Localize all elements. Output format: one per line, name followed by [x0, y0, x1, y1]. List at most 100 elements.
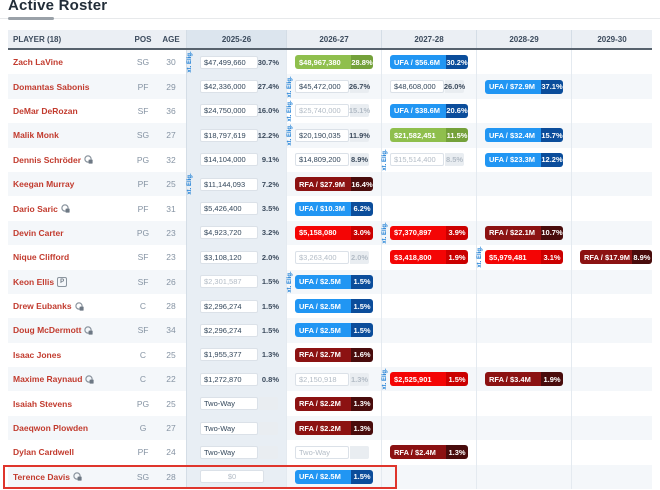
salary-cell-2028-29: [476, 391, 571, 415]
salary-cell-2025-26: xt. Elig.$11,144,0937.2%: [186, 172, 286, 196]
age-cell: 25: [156, 350, 186, 360]
player-link[interactable]: Isaiah Stevens: [13, 399, 72, 409]
player-cell: Keegan Murray: [8, 179, 130, 189]
salary-cell-2026-27: RFA / $2.7M1.6%: [286, 343, 381, 367]
pct-label: 1.5%: [262, 277, 279, 286]
player-cell: Nique Clifford: [8, 252, 130, 262]
fa-pill: RFA / $3.4M1.9%: [485, 372, 563, 386]
salary-cell-2025-26: $24,750,00016.0%: [186, 99, 286, 123]
salary-box: $25,740,000: [295, 104, 349, 117]
pill-value: UFA / $10.3M: [295, 202, 351, 216]
pct-label: 1.3%: [350, 373, 369, 386]
pos-cell: PG: [130, 228, 156, 238]
page-title: Active Roster: [8, 0, 660, 14]
age-cell: 34: [156, 325, 186, 335]
title-divider: [0, 18, 660, 19]
contract-tag-icon: [61, 204, 70, 213]
pill-value: $5,158,080: [295, 226, 351, 240]
pill-pct: 28.8%: [351, 55, 373, 69]
extension-eligible-tag: xt. Elig.: [382, 222, 390, 243]
col-header-2027-28[interactable]: 2027-28: [381, 30, 476, 48]
pill-value: $7,370,897: [390, 226, 446, 240]
player-link[interactable]: Dylan Cardwell: [13, 447, 74, 457]
player-link[interactable]: Drew Eubanks: [13, 301, 72, 311]
col-header-pos[interactable]: POS: [130, 35, 156, 44]
player-cell: Dennis Schröder: [8, 155, 130, 165]
col-header-2028-29[interactable]: 2028-29: [476, 30, 571, 48]
player-link[interactable]: Keon Ellis: [13, 277, 54, 287]
table-row: Doug McDermottSF34$2,296,2741.5%UFA / $2…: [8, 318, 652, 342]
fa-pill: $2,525,9011.5%: [390, 372, 468, 386]
salary-cell-2028-29: [476, 343, 571, 367]
salary-cell-2028-29: RFA / $22.1M10.7%: [476, 221, 571, 245]
fa-pill: RFA / $2.7M1.6%: [295, 348, 373, 362]
contract-tag-icon: [73, 472, 82, 481]
salary-cell-2027-28: $48,608,00026.0%: [381, 74, 476, 98]
extension-eligible-tag: xt. Elig.: [287, 100, 295, 121]
fa-pill: RFA / $2.2M1.3%: [295, 421, 373, 435]
col-header-2026-27[interactable]: 2026-27: [286, 30, 381, 48]
pill-value: RFA / $2.2M: [295, 421, 351, 435]
player-link[interactable]: Devin Carter: [13, 228, 64, 238]
pct-label: 11.9%: [350, 129, 369, 142]
player-cell: Malik Monk: [8, 130, 130, 140]
player-link[interactable]: Keegan Murray: [13, 179, 74, 189]
table-row: Dylan CardwellPF24Two-WayTwo-WayRFA / $2…: [8, 440, 652, 464]
player-link[interactable]: Nique Clifford: [13, 252, 69, 262]
salary-cell-2028-29: [476, 294, 571, 318]
pct-label: 30.7%: [258, 58, 279, 67]
salary-cell-2026-27: RFA / $2.2M1.3%: [286, 391, 381, 415]
fa-pill: $3,418,8001.9%: [390, 250, 468, 264]
salary-cell-2028-29: UFA / $72.9M37.1%: [476, 74, 571, 98]
pill-value: UFA / $23.3M: [485, 153, 541, 167]
col-header-2029-30[interactable]: 2029-30: [571, 30, 652, 48]
player-link[interactable]: Isaac Jones: [13, 350, 61, 360]
player-link[interactable]: Doug McDermott: [13, 325, 81, 335]
pill-pct: 1.5%: [351, 470, 373, 484]
contract-tag-icon: [75, 302, 84, 311]
player-cell: Maxime Raynaud: [8, 374, 130, 384]
salary-cell-2025-26: xt. Elig.$47,499,66030.7%: [186, 50, 286, 74]
player-link[interactable]: Domantas Sabonis: [13, 82, 90, 92]
fa-pill: $5,979,4813.1%: [485, 250, 563, 264]
pct-label: 7.2%: [262, 180, 279, 189]
player-link[interactable]: Dennis Schröder: [13, 155, 81, 165]
pct-label: 3.2%: [262, 228, 279, 237]
table-row: Dennis SchröderPG32$14,104,0009.1%$14,80…: [8, 148, 652, 172]
player-link[interactable]: DeMar DeRozan: [13, 106, 78, 116]
player-link[interactable]: Daeqwon Plowden: [13, 423, 88, 433]
salary-cell-2029-30: [571, 318, 652, 342]
two-way-box: Two-Way: [295, 446, 349, 459]
salary-cell-2027-28: $21,582,45111.5%: [381, 123, 476, 147]
player-link[interactable]: Terence Davis: [13, 472, 70, 482]
fa-pill: UFA / $56.6M30.2%: [390, 55, 468, 69]
salary-cell-2025-26: $2,296,2741.5%: [186, 294, 286, 318]
pill-value: RFA / $17.9M: [580, 250, 632, 264]
salary-cell-2025-26: $4,923,7203.2%: [186, 221, 286, 245]
player-link[interactable]: Maxime Raynaud: [13, 374, 82, 384]
pos-cell: PG: [130, 155, 156, 165]
salary-cell-2029-30: [571, 74, 652, 98]
pill-value: UFA / $2.5M: [295, 299, 351, 313]
fa-pill: $21,582,45111.5%: [390, 128, 468, 142]
salary-cell-2025-26: $42,336,00027.4%: [186, 74, 286, 98]
pos-cell: SF: [130, 277, 156, 287]
salary-cell-2029-30: [571, 270, 652, 294]
pct-label: 0.8%: [262, 375, 279, 384]
pos-cell: PF: [130, 179, 156, 189]
contract-tag-icon: [85, 375, 94, 384]
col-header-age[interactable]: AGE: [156, 35, 186, 44]
table-row: Dario SaricPF31$5,426,4003.5%UFA / $10.3…: [8, 196, 652, 220]
extension-eligible-tag: xt. Elig.: [382, 369, 390, 390]
player-link[interactable]: Zach LaVine: [13, 57, 63, 67]
salary-box: $14,809,200: [295, 153, 349, 166]
pill-value: UFA / $2.5M: [295, 323, 351, 337]
player-cell: Zach LaVine: [8, 57, 130, 67]
col-header-2025-26[interactable]: 2025-26: [186, 30, 286, 48]
col-header-player[interactable]: PLAYER (18): [8, 35, 130, 44]
pct-label: 15.1%: [350, 104, 369, 117]
player-link[interactable]: Dario Saric: [13, 204, 58, 214]
age-cell: 24: [156, 447, 186, 457]
table-row: Maxime RaynaudC22$1,272,8700.8%$2,150,91…: [8, 367, 652, 391]
player-link[interactable]: Malik Monk: [13, 130, 59, 140]
